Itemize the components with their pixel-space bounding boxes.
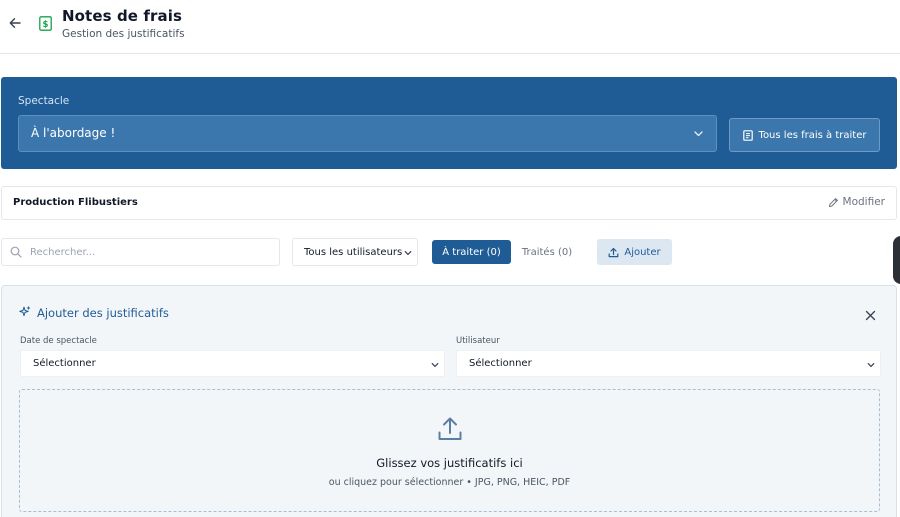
close-icon [865, 310, 876, 321]
back-button[interactable] [6, 14, 24, 32]
date-select[interactable]: Sélectionner [20, 350, 445, 377]
tab-pending-label: À traiter (0) [442, 246, 501, 258]
modify-button[interactable]: Modifier [828, 196, 885, 208]
chevron-down-icon [404, 251, 412, 255]
page-header: $ Notes de frais Gestion des justificati… [0, 0, 900, 54]
date-field-label: Date de spectacle [20, 336, 97, 346]
tab-done[interactable]: Traités (0) [512, 240, 582, 264]
add-button[interactable]: Ajouter [597, 239, 672, 265]
document-list-icon [742, 129, 753, 141]
side-panel-handle[interactable] [893, 236, 900, 284]
user-filter-value: Tous les utilisateurs [304, 247, 403, 258]
all-fees-button[interactable]: Tous les frais à traiter [729, 118, 880, 152]
page-title: Notes de frais [62, 7, 183, 25]
arrow-left-icon [9, 18, 21, 28]
dropzone-title: Glissez vos justificatifs ici [376, 456, 523, 470]
user-field-label: Utilisateur [456, 336, 500, 346]
sparkle-icon [19, 306, 31, 317]
search-input[interactable] [30, 243, 275, 262]
tab-pending[interactable]: À traiter (0) [432, 240, 511, 264]
page-subtitle: Gestion des justificatifs [62, 28, 185, 40]
file-dropzone[interactable]: Glissez vos justificatifs ici ou cliquez… [19, 389, 880, 512]
search-box [1, 238, 280, 266]
all-fees-label: Tous les frais à traiter [758, 129, 867, 141]
close-button[interactable] [865, 306, 876, 325]
spectacle-panel: Spectacle À l'abordage ! Tous les frais … [1, 77, 897, 169]
spectacle-selected-value: À l'abordage ! [31, 126, 116, 140]
search-icon [10, 246, 22, 258]
chevron-down-icon [867, 363, 875, 367]
date-select-value: Sélectionner [33, 358, 96, 369]
pencil-icon [828, 197, 838, 207]
add-panel-title: Ajouter des justificatifs [37, 306, 169, 320]
user-select-value: Sélectionner [469, 358, 532, 369]
modify-label: Modifier [842, 196, 885, 208]
add-receipts-panel: Ajouter des justificatifs Date de specta… [1, 285, 897, 517]
add-button-label: Ajouter [624, 246, 661, 258]
tab-done-label: Traités (0) [521, 246, 573, 258]
dropzone-subtitle: ou cliquez pour sélectionner • JPG, PNG,… [328, 477, 571, 488]
chevron-down-icon [694, 131, 703, 137]
receipt-icon: $ [39, 16, 52, 31]
production-name: Production Flibustiers [13, 197, 138, 208]
svg-text:$: $ [43, 20, 49, 30]
spectacle-label: Spectacle [18, 95, 70, 107]
chevron-down-icon [431, 363, 439, 367]
upload-icon [608, 247, 619, 257]
spectacle-select[interactable]: À l'abordage ! [18, 115, 717, 152]
user-filter-select[interactable]: Tous les utilisateurs [292, 238, 418, 266]
user-select[interactable]: Sélectionner [456, 350, 881, 377]
production-card: Production Flibustiers Modifier [1, 186, 897, 220]
upload-icon [438, 417, 462, 440]
